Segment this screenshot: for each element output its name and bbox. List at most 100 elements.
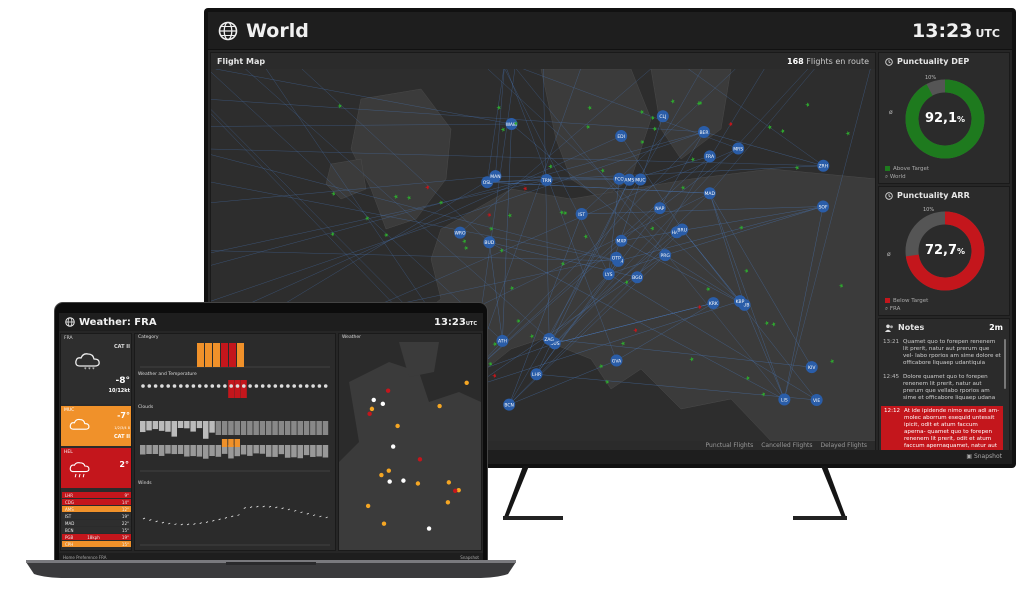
dep-filter[interactable]: ⌕ World [885, 174, 906, 181]
punctuality-arr-panel[interactable]: Punctuality ARR 10% ø 72,7% Below Target… [878, 186, 1010, 316]
cloud-bar [152, 421, 159, 430]
wind-barb [174, 523, 177, 526]
hel-weather-card[interactable]: HEL 2° [61, 448, 131, 488]
cloud-bar [171, 445, 177, 455]
arr-value: 72,7% [879, 243, 1009, 258]
punctuality-arr-title: Punctuality ARR [897, 191, 970, 200]
airport-label: SOF [819, 204, 828, 210]
cloud-bar [177, 421, 184, 428]
cloud-bar [297, 421, 303, 435]
punctuality-dep-title: Punctuality DEP [897, 57, 970, 66]
airport-code: AMS [65, 506, 74, 512]
notes-panel[interactable]: Notes 2m 13:21 Quamet quo to forepen rene… [878, 318, 1010, 454]
note-item[interactable]: 13:21 Quamet quo to forepen renenem lit p… [883, 339, 1001, 367]
laptop-page-title: Weather: FRA [79, 316, 157, 328]
airport-label: TRN [541, 178, 551, 184]
wind-barb [205, 521, 209, 523]
wind-barb [243, 507, 246, 509]
weather-station-marker [446, 480, 452, 485]
legend-punctual: Punctual Flights [705, 442, 754, 449]
wind-barb [268, 505, 272, 508]
wind-barb [193, 523, 196, 525]
weather-symbol [260, 384, 265, 388]
weather-symbol [216, 384, 221, 388]
airport-label: OSL [483, 180, 492, 186]
muc-weather-card[interactable]: MUC -7° 1/2/3/4 8 CAT II [61, 406, 131, 446]
note-item-alert[interactable]: 12:12 At ide ipidende nimo eum adi am- mo… [881, 406, 1003, 450]
airport-row[interactable]: BCN 15° [62, 527, 131, 533]
cloud-bar [303, 445, 310, 456]
cloud-bar [165, 445, 171, 454]
arr-filter[interactable]: ⌕ FRA [885, 306, 900, 313]
airport-label: FRA [705, 154, 715, 160]
airport-row[interactable]: IST 19° [62, 513, 131, 519]
category-chart [140, 343, 330, 368]
weather-symbol [172, 384, 177, 388]
cloud-alert-bar [234, 439, 240, 447]
snow-cloud-icon: * * * [75, 353, 100, 372]
cloud-bar [266, 421, 272, 435]
clock: 13:23 UTC [912, 20, 1000, 42]
weather-station-marker [437, 403, 442, 409]
cloud-bar [247, 445, 253, 456]
cloud-bar [158, 421, 165, 431]
airport-label: MRS [733, 146, 743, 152]
note-time: 13:21 [883, 339, 900, 345]
cloud-bar [259, 421, 266, 435]
airport-row[interactable]: MAD 22° [62, 520, 131, 526]
weather-map-column[interactable]: Weather [338, 333, 482, 551]
users-icon [885, 324, 893, 332]
weather-station-marker [365, 503, 371, 509]
airport-row[interactable]: LHR 9° [62, 492, 131, 498]
cloud-alert-bar [221, 439, 228, 447]
airport-temp: 12° [121, 506, 129, 512]
airport-row[interactable]: CPH 15° [62, 541, 131, 547]
notes-scrollbar[interactable] [1004, 339, 1006, 389]
weather-station-marker [464, 380, 469, 385]
airport-label: MXP [616, 239, 626, 245]
cloud-bar [316, 445, 322, 457]
note-item[interactable]: 12:45 Dolore quamet quo to forepen renene… [883, 374, 1001, 402]
cloud-bar [228, 445, 234, 459]
wind-barb [256, 505, 259, 508]
cloud-bar [234, 421, 240, 435]
airport-label: PRG [660, 253, 670, 259]
weather-map[interactable] [339, 342, 481, 550]
cloud-bar [209, 421, 215, 433]
airport-temp: 9° [124, 492, 129, 498]
cloud-alert-bar [228, 439, 234, 447]
airport-label: ZRH [818, 164, 828, 170]
flight-map-header: Flight Map 168 Flights en route [217, 57, 869, 80]
cloud-bar [272, 445, 278, 457]
punctuality-dep-panel[interactable]: Punctuality DEP 10% ø 92,1% Above Target… [878, 52, 1010, 184]
snapshot-button[interactable]: Snapshot [974, 453, 1002, 460]
cloud-bar [310, 445, 316, 457]
fra-weather-card[interactable]: FRA CAT II * * * -8° 10/12kt [61, 334, 131, 404]
cloud-bar [203, 445, 209, 459]
wind-barb [294, 509, 297, 512]
cloud-bar [322, 421, 329, 435]
airport-code: CPH [65, 541, 74, 547]
cloud-bar [253, 421, 259, 435]
cloud-bar [165, 421, 171, 432]
airport-row[interactable]: CDG 14° [62, 499, 131, 505]
cloud-bar [203, 421, 209, 439]
punctuality-arr-header: Punctuality ARR [885, 191, 1003, 200]
cloud-bar [228, 421, 234, 435]
laptop-base [26, 560, 516, 578]
airport-row[interactable]: AMS 12° [62, 506, 131, 512]
weather-temp-chart [141, 380, 328, 398]
weather-symbol [323, 384, 328, 388]
airport-label: BER [699, 130, 708, 136]
legend-swatch [885, 298, 890, 303]
weather-symbol [147, 384, 152, 388]
cloud-bar [146, 445, 152, 454]
flights-count-label: Flights en route [806, 57, 869, 66]
airport-label: GVA [612, 358, 622, 364]
weather-symbol [305, 384, 309, 388]
cloud-bar [322, 445, 329, 458]
map-legend: Punctual Flights Cancelled Flights Delay… [706, 442, 867, 449]
airport-row[interactable]: PGB 18kph 19° [62, 534, 131, 540]
weather-symbol [229, 384, 233, 388]
arr-value-number: 72,7 [924, 243, 958, 258]
